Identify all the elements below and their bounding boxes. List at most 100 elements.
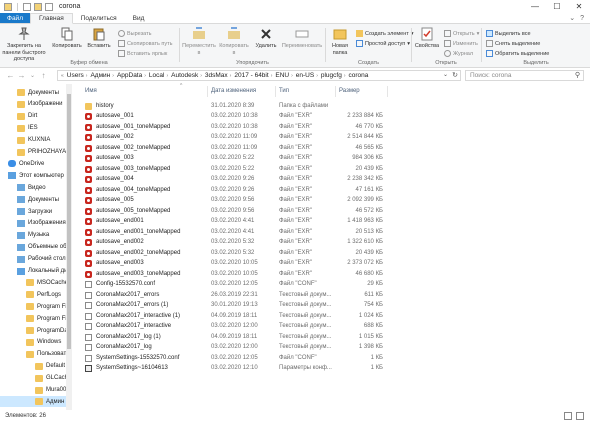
- tab-file[interactable]: Файл: [0, 13, 30, 23]
- copy-button[interactable]: Копировать: [52, 27, 82, 50]
- breadcrumb-item[interactable]: en-US: [296, 72, 314, 79]
- new-folder-button[interactable]: Новая папка: [328, 27, 352, 56]
- expand-ribbon-icon[interactable]: ⌄: [569, 14, 575, 22]
- nav-scrollbar[interactable]: [66, 84, 72, 410]
- recent-locations-button[interactable]: ⌄: [27, 72, 38, 79]
- up-button[interactable]: ↑: [38, 71, 49, 80]
- file-row[interactable]: autosave_001 03.02.2020 10:38 Файл "EXR" 2 …: [80, 112, 590, 123]
- cut-button[interactable]: Вырезать: [118, 30, 151, 37]
- nav-item[interactable]: MSOCache: [0, 277, 68, 288]
- copy-to-button[interactable]: Копировать в: [218, 27, 250, 56]
- column-header-type[interactable]: Тип: [279, 84, 289, 98]
- select-all-button[interactable]: Выделить все: [486, 30, 531, 37]
- paste-button[interactable]: Вставить: [86, 27, 112, 50]
- file-row[interactable]: CoronaMax2017_errors 26.03.2019 22:31 Текс…: [80, 290, 590, 301]
- file-row[interactable]: autosave_002_toneMapped 03.02.2020 11:09 Ф…: [80, 143, 590, 154]
- nav-item[interactable]: Объемные объ: [0, 242, 70, 253]
- pin-to-quick-access-button[interactable]: Закрепить на панели быстрого доступа: [2, 27, 46, 63]
- column-header-size[interactable]: Размер: [339, 84, 360, 98]
- file-row[interactable]: CoronaMax2017_interactive 03.02.2020 12:0…: [80, 322, 590, 333]
- nav-item[interactable]: Локальный дис: [0, 266, 71, 277]
- select-none-button[interactable]: Снять выделение: [486, 40, 540, 47]
- nav-item[interactable]: Изображени: [0, 99, 66, 110]
- nav-item[interactable]: Музыка: [0, 230, 66, 241]
- address-bar[interactable]: « Users › Админ › AppData › Local › Autodesk › 3ds…: [57, 70, 461, 81]
- breadcrumb-item[interactable]: plugcfg: [321, 72, 342, 79]
- breadcrumb-separator-icon[interactable]: ›: [144, 73, 146, 79]
- delete-button[interactable]: Удалить: [254, 27, 278, 50]
- file-row[interactable]: autosave_003 03.02.2020 5:22 Файл "EXR" 984…: [80, 154, 590, 165]
- easy-access-button[interactable]: Простой доступ ▾: [356, 40, 410, 47]
- refresh-icon[interactable]: ↻: [452, 71, 458, 79]
- file-row[interactable]: autosave_end003_toneMapped 03.02.2020 10:…: [80, 269, 590, 280]
- nav-item[interactable]: PerfLogs: [0, 289, 66, 300]
- file-row[interactable]: Config-15532570.conf 03.02.2020 12:05 Файл…: [80, 280, 590, 291]
- properties-quick-icon[interactable]: [23, 2, 31, 11]
- open-button[interactable]: Открыть ▾: [444, 30, 479, 37]
- file-row[interactable]: autosave_end002 03.02.2020 5:32 Файл "EXR"…: [80, 238, 590, 249]
- nav-item[interactable]: Этот компьютер: [0, 170, 66, 181]
- nav-item[interactable]: Dirt: [0, 111, 66, 122]
- nav-item[interactable]: ProgramData: [0, 325, 72, 336]
- file-row[interactable]: autosave_001_toneMapped 03.02.2020 10:38 Ф…: [80, 122, 590, 133]
- breadcrumb-separator-icon[interactable]: ›: [200, 73, 202, 79]
- breadcrumb-separator-icon[interactable]: ›: [344, 73, 346, 79]
- file-row[interactable]: autosave_end001 03.02.2020 4:41 Файл "EXR"…: [80, 217, 590, 228]
- nav-item[interactable]: Изображения: [0, 218, 66, 229]
- file-row[interactable]: CoronaMax2017_log (1) 04.09.2019 18:11 Тек…: [80, 332, 590, 343]
- nav-item[interactable]: IES: [0, 123, 66, 134]
- maximize-button[interactable]: ☐: [546, 0, 568, 13]
- new-folder-quick-icon[interactable]: [34, 2, 42, 11]
- file-row[interactable]: autosave_003_toneMapped 03.02.2020 5:22 Фа…: [80, 164, 590, 175]
- nav-item[interactable]: PRIHOZHAYA-XO: [0, 147, 72, 158]
- column-divider[interactable]: [207, 86, 208, 97]
- properties-button[interactable]: Свойства: [414, 27, 440, 50]
- file-row[interactable]: autosave_005 03.02.2020 9:56 Файл "EXR" 2 0…: [80, 196, 590, 207]
- nav-item[interactable]: OneDrive: [0, 158, 66, 169]
- minimize-button[interactable]: —: [524, 0, 546, 13]
- breadcrumb-item[interactable]: Local: [149, 72, 165, 79]
- breadcrumb-separator-icon[interactable]: ›: [316, 73, 318, 79]
- column-header-date[interactable]: Дата изменения: [211, 84, 256, 98]
- file-row[interactable]: autosave_end002_toneMapped 03.02.2020 5:3…: [80, 248, 590, 259]
- breadcrumb-item[interactable]: Админ: [90, 72, 110, 79]
- breadcrumb-separator-icon[interactable]: ›: [166, 73, 168, 79]
- edit-button[interactable]: Изменить: [444, 40, 478, 47]
- breadcrumb-item[interactable]: Users: [67, 72, 84, 79]
- breadcrumb-item[interactable]: Autodesk: [171, 72, 198, 79]
- breadcrumb-separator-icon[interactable]: ›: [271, 73, 273, 79]
- file-row[interactable]: autosave_end003 03.02.2020 10:05 Файл "EXR…: [80, 259, 590, 270]
- nav-item[interactable]: Документы: [0, 194, 66, 205]
- breadcrumb-separator-icon[interactable]: ›: [230, 73, 232, 79]
- invert-selection-button[interactable]: Обратить выделение: [486, 50, 549, 57]
- column-divider[interactable]: [275, 86, 276, 97]
- file-row[interactable]: SystemSettings~16104613 03.02.2020 12:10 П…: [80, 364, 590, 375]
- chevron-down-icon[interactable]: ⌄: [443, 71, 448, 78]
- breadcrumb-separator-icon[interactable]: ›: [291, 73, 293, 79]
- file-row[interactable]: CoronaMax2017_log 03.02.2020 12:00 Текстов…: [80, 343, 590, 354]
- column-divider[interactable]: [335, 86, 336, 97]
- nav-item[interactable]: GLCache: [0, 373, 71, 384]
- new-item-button[interactable]: Создать элемент ▾: [356, 30, 414, 37]
- copy-path-button[interactable]: Скопировать путь: [118, 40, 173, 47]
- details-view-icon[interactable]: [564, 412, 572, 420]
- nav-item[interactable]: KUXNIA: [0, 135, 66, 146]
- nav-scrollbar-thumb[interactable]: [67, 94, 71, 349]
- breadcrumb-separator-icon[interactable]: ›: [112, 73, 114, 79]
- file-row[interactable]: autosave_end001_toneMapped 03.02.2020 4:4…: [80, 227, 590, 238]
- history-button[interactable]: Журнал: [444, 50, 473, 57]
- nav-item[interactable]: Рабочий стол: [0, 254, 66, 265]
- column-header-name[interactable]: Имя: [85, 84, 97, 98]
- breadcrumb-item[interactable]: 2017 - 64bit: [234, 72, 268, 79]
- breadcrumb-item[interactable]: corona: [349, 72, 369, 79]
- nav-item[interactable]: Program Files (: [0, 313, 72, 324]
- back-button[interactable]: ←: [5, 71, 16, 80]
- nav-item[interactable]: Пользователи: [0, 349, 72, 360]
- breadcrumb-item[interactable]: AppData: [117, 72, 142, 79]
- close-button[interactable]: ✕: [568, 0, 590, 13]
- file-row[interactable]: autosave_005_toneMapped 03.02.2020 9:56 Фа…: [80, 206, 590, 217]
- tab-home[interactable]: Главная: [29, 13, 73, 24]
- file-row[interactable]: CoronaMax2017_errors (1) 30.01.2020 19:13…: [80, 301, 590, 312]
- customize-quick-access-icon[interactable]: [45, 2, 53, 11]
- help-icon[interactable]: ?: [580, 15, 584, 22]
